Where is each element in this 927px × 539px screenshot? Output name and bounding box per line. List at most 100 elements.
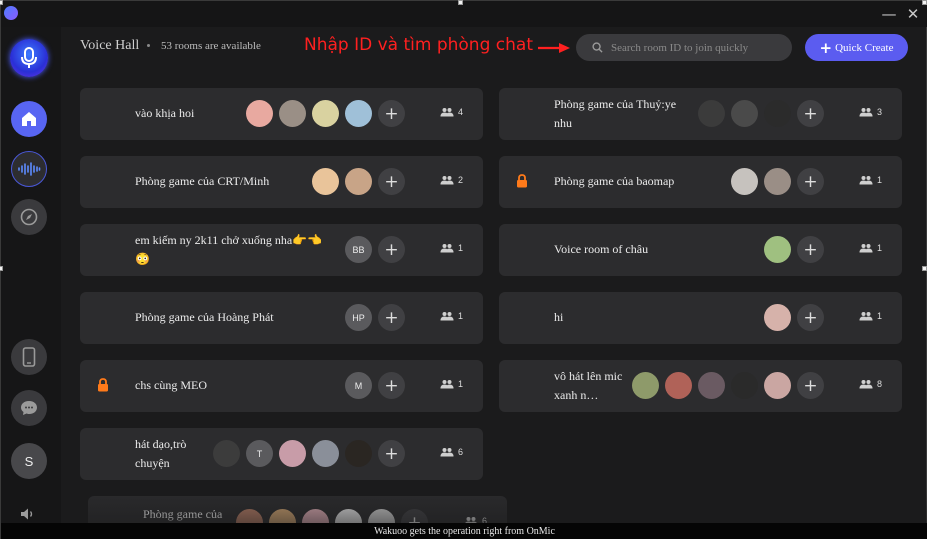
member-avatar[interactable] [731,168,758,195]
room-card[interactable]: vào khịa hoi +4 [80,88,483,140]
home-icon[interactable] [11,101,47,137]
minimize-button[interactable]: — [879,4,899,24]
member-avatar[interactable] [764,304,791,331]
footer-caption: Wakuoo gets the operation right from OnM… [1,523,927,539]
member-avatar[interactable] [665,372,692,399]
people-icon [440,244,454,253]
member-avatar[interactable] [345,168,372,195]
member-count: 8 [859,379,882,389]
member-avatar[interactable] [764,236,791,263]
member-avatar[interactable] [731,100,758,127]
soundwave-icon[interactable] [11,151,47,187]
member-avatar[interactable] [764,372,791,399]
resize-handle[interactable] [922,266,927,271]
join-plus-button[interactable]: + [378,304,405,331]
room-name: Voice room of châu [554,242,649,256]
member-avatar[interactable] [731,372,758,399]
microphone-icon[interactable] [10,39,48,77]
join-plus-button[interactable]: + [378,236,405,263]
member-count-value: 1 [458,311,464,321]
room-name: Phòng game của CRT/Minh [135,174,270,188]
room-card[interactable]: hát dạo,trò chuyện T +6 [80,428,483,480]
room-card[interactable]: Phòng game của baomap +1 [499,156,902,208]
room-name: hát dạo,trò chuyện [135,437,187,470]
member-avatar[interactable]: T [246,440,273,467]
member-avatar[interactable] [698,100,725,127]
member-avatars: + [764,236,824,263]
member-avatars: + [246,100,405,127]
member-count: 1 [440,243,463,253]
sidebar: S [1,27,61,523]
speaker-icon[interactable] [19,507,39,523]
member-count-value: 1 [458,243,464,253]
member-avatars: HP + [345,304,405,331]
resize-handle[interactable] [0,0,3,5]
plus-icon: + [819,38,833,57]
room-card[interactable]: vô hát lên mic xanh n… +8 [499,360,902,412]
room-card[interactable]: Phòng game của CRT/Minh +2 [80,156,483,208]
room-name: Phòng game của Hoàng Phát [135,310,274,324]
profile-avatar[interactable]: S [11,443,47,479]
quick-create-button[interactable]: + Quick Create [805,34,908,61]
member-avatar[interactable] [764,168,791,195]
join-plus-button[interactable]: + [378,372,405,399]
member-avatar[interactable] [632,372,659,399]
chat-bubble-icon[interactable] [11,390,47,426]
room-name: vô hát lên mic xanh n… [554,369,623,402]
people-icon [440,448,454,457]
member-avatar[interactable] [698,372,725,399]
people-icon [859,380,873,389]
join-plus-button[interactable]: + [378,440,405,467]
member-avatar[interactable] [345,440,372,467]
member-avatar[interactable] [213,440,240,467]
join-plus-button[interactable]: + [378,168,405,195]
join-plus-button[interactable]: + [797,236,824,263]
phone-icon[interactable] [11,339,47,375]
member-avatar[interactable] [345,100,372,127]
app-window: — ✕ S Voice Hall 53 rooms are available … [0,0,927,539]
annotation-text: Nhập ID và tìm phòng chat [304,35,533,55]
people-icon [859,108,873,117]
resize-handle[interactable] [922,0,927,5]
lock-icon [516,174,528,188]
close-button[interactable]: ✕ [903,4,923,24]
member-avatar[interactable]: M [345,372,372,399]
room-card[interactable]: em kiếm ny 2k11 chở xuống nha👉👈 😳 BB +1 [80,224,483,276]
separator-dot [147,44,150,47]
join-plus-button[interactable]: + [797,304,824,331]
room-count-text: 53 rooms are available [161,40,261,52]
member-avatar[interactable] [312,100,339,127]
member-count-value: 1 [877,311,883,321]
people-icon [440,312,454,321]
room-card[interactable]: Phòng game của Thuỷ:ye nhu +3 [499,88,902,140]
member-avatar[interactable] [279,440,306,467]
member-avatar[interactable]: BB [345,236,372,263]
member-count: 1 [859,175,882,185]
people-icon [859,176,873,185]
room-card[interactable]: Phòng game của Hoàng Phát HP +1 [80,292,483,344]
member-count: 1 [440,311,463,321]
member-avatar[interactable] [312,440,339,467]
member-avatar[interactable] [279,100,306,127]
room-card[interactable]: chs cùng MEO M +1 [80,360,483,412]
join-plus-button[interactable]: + [797,168,824,195]
search-bar[interactable] [576,34,792,61]
resize-handle[interactable] [0,266,3,271]
join-plus-button[interactable]: + [797,372,824,399]
member-avatar[interactable] [246,100,273,127]
room-name: Phòng game của baomap [554,174,675,188]
room-card[interactable]: hi +1 [499,292,902,344]
member-count-value: 3 [877,107,883,117]
join-plus-button[interactable]: + [378,100,405,127]
member-avatar[interactable] [312,168,339,195]
join-plus-button[interactable]: + [797,100,824,127]
people-icon [859,312,873,321]
member-avatar[interactable] [764,100,791,127]
member-count-value: 1 [458,379,464,389]
resize-handle[interactable] [458,0,463,5]
member-avatar[interactable]: HP [345,304,372,331]
compass-icon[interactable] [11,199,47,235]
member-avatars: + [731,168,824,195]
search-input[interactable] [611,41,786,54]
room-card[interactable]: Voice room of châu +1 [499,224,902,276]
